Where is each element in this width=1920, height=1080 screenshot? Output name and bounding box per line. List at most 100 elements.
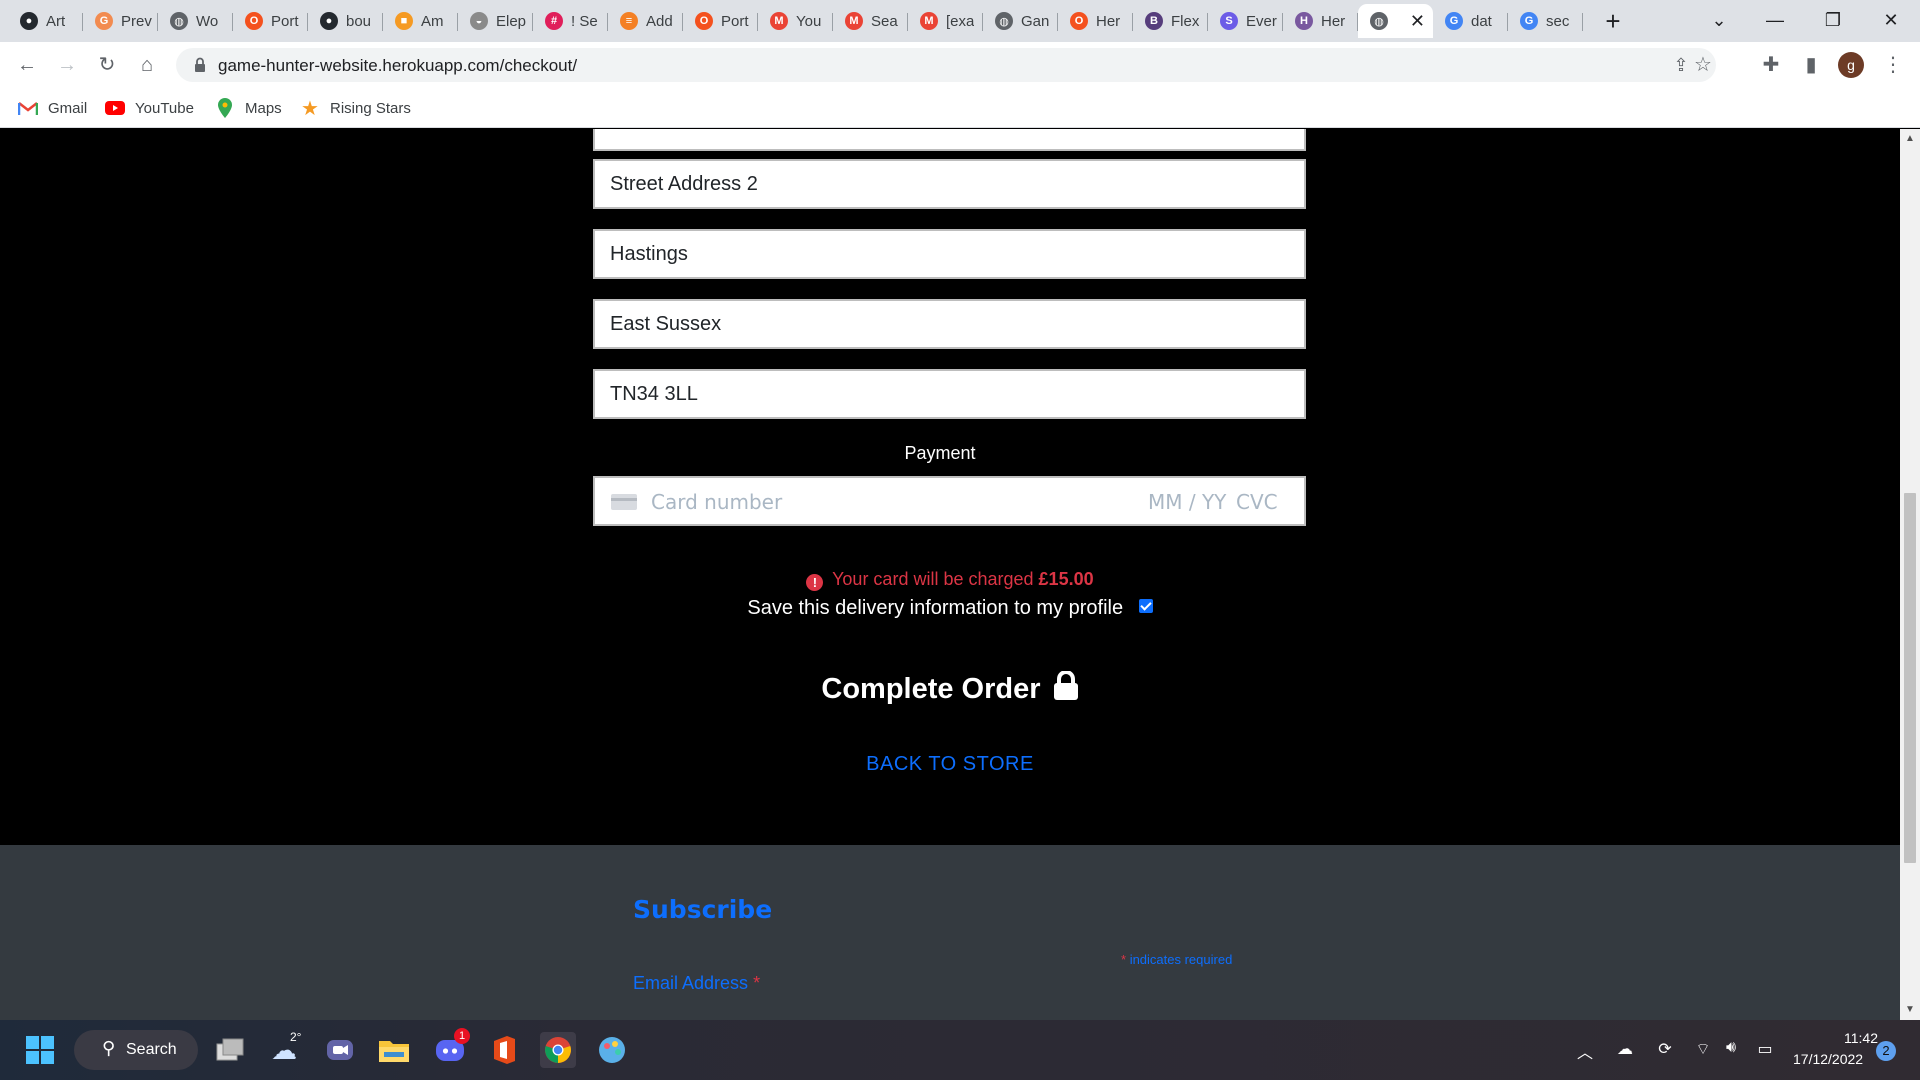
gmail-icon bbox=[18, 99, 38, 117]
sync-icon[interactable]: ⟳ bbox=[1654, 1039, 1676, 1059]
footer: Subscribe * indicates required Email Add… bbox=[0, 845, 1900, 1020]
reload-icon[interactable]: ↻ bbox=[92, 50, 122, 80]
bookmark-maps[interactable]: Maps bbox=[215, 96, 282, 120]
scrollbar-thumb[interactable] bbox=[1904, 493, 1916, 863]
tab-title: You bbox=[796, 12, 822, 30]
menu-kebab-icon[interactable]: ⋮ bbox=[1878, 50, 1908, 80]
maps-icon bbox=[215, 98, 235, 118]
notification-count-badge[interactable]: 2 bbox=[1876, 1041, 1896, 1061]
discord-notification-badge: 1 bbox=[454, 1028, 470, 1044]
bookmark-youtube[interactable]: YouTube bbox=[105, 96, 194, 120]
county-field[interactable]: East Sussex bbox=[593, 299, 1306, 349]
browser-tab[interactable]: ● Art bbox=[8, 4, 83, 38]
show-hidden-icons-chevron-icon[interactable]: ︿ bbox=[1574, 1039, 1596, 1063]
town-city-field[interactable]: Hastings bbox=[593, 229, 1306, 279]
url-text[interactable]: game-hunter-website.herokuapp.com/checko… bbox=[218, 56, 577, 76]
office-icon[interactable] bbox=[486, 1032, 522, 1068]
minimize-button[interactable]: — bbox=[1752, 4, 1798, 36]
tab-search-chevron-icon[interactable]: ⌄ bbox=[1696, 4, 1742, 36]
tab-title: Her bbox=[1096, 12, 1121, 30]
browser-tab[interactable]: M [exa bbox=[908, 4, 983, 38]
restore-button[interactable]: ❐ bbox=[1810, 4, 1856, 36]
browser-tab[interactable]: M Sea bbox=[833, 4, 908, 38]
onedrive-icon[interactable]: ☁ bbox=[1614, 1039, 1636, 1059]
browser-tab[interactable]: G Prev bbox=[83, 4, 158, 38]
tab-title: Port bbox=[271, 12, 299, 30]
bookmark-rising-stars[interactable]: ★ Rising Stars bbox=[300, 96, 411, 120]
card-number-input[interactable]: Card number bbox=[651, 490, 782, 514]
volume-icon[interactable]: 🔊︎ bbox=[1720, 1039, 1742, 1057]
browser-tab[interactable]: ◍ Gan bbox=[983, 4, 1058, 38]
browser-tab[interactable]: ● bou bbox=[308, 4, 383, 38]
paint-app-icon[interactable] bbox=[594, 1032, 630, 1068]
github-icon: ● bbox=[20, 12, 38, 30]
browser-tab[interactable]: S Ever bbox=[1208, 4, 1283, 38]
tab-title: bou bbox=[346, 12, 372, 30]
gmail-icon: M bbox=[770, 12, 788, 30]
file-explorer-icon[interactable] bbox=[376, 1032, 412, 1068]
clock-date[interactable]: 17/12/2022 bbox=[1793, 1051, 1863, 1067]
side-panel-icon[interactable]: ▮ bbox=[1796, 50, 1826, 80]
browser-tab[interactable]: ■ Am bbox=[383, 4, 458, 38]
back-icon[interactable]: ← bbox=[12, 50, 42, 80]
card-cvc-input[interactable]: CVC bbox=[1236, 490, 1278, 514]
browser-tab[interactable]: B Flex bbox=[1133, 4, 1208, 38]
card-expiry-input[interactable]: MM / YY bbox=[1148, 490, 1226, 514]
email-address-label: Email Address * bbox=[633, 973, 760, 994]
browser-tab[interactable]: Gsec bbox=[1508, 4, 1583, 38]
close-window-button[interactable]: ✕ bbox=[1868, 4, 1914, 36]
browser-tab[interactable]: ◒ Elep bbox=[458, 4, 533, 38]
address-bar[interactable]: game-hunter-website.herokuapp.com/checko… bbox=[176, 48, 1716, 82]
opera-icon: O bbox=[1070, 12, 1088, 30]
browser-tab[interactable]: # ! Se bbox=[533, 4, 608, 38]
close-tab-icon[interactable]: ✕ bbox=[1410, 11, 1425, 32]
charge-notice: ! Your card will be charged £15.00 bbox=[0, 569, 1900, 591]
tab-title: Sea bbox=[871, 12, 898, 30]
bookmark-label: Maps bbox=[245, 99, 282, 117]
bookmark-star-icon[interactable]: ☆ bbox=[1688, 50, 1718, 80]
discord-icon[interactable]: 1 bbox=[432, 1028, 470, 1068]
browser-toolbar: ← → ↻ ⌂ game-hunter-website.herokuapp.co… bbox=[0, 42, 1920, 88]
gmail-icon: M bbox=[845, 12, 863, 30]
home-icon[interactable]: ⌂ bbox=[132, 50, 162, 80]
browser-tab[interactable]: ≡ Add bbox=[608, 4, 683, 38]
scroll-down-arrow-icon[interactable]: ▼ bbox=[1900, 1000, 1920, 1020]
save-info-checkbox[interactable] bbox=[1138, 599, 1153, 613]
forward-icon[interactable]: → bbox=[52, 50, 82, 80]
windows-start-icon[interactable] bbox=[22, 1032, 58, 1068]
street-address-2-field[interactable]: Street Address 2 bbox=[593, 159, 1306, 209]
lock-icon[interactable] bbox=[190, 55, 210, 75]
page-scrollbar[interactable]: ▲ ▼ bbox=[1900, 129, 1920, 1020]
weather-widget-icon[interactable]: ☁ 2° bbox=[266, 1030, 302, 1068]
postcode-field[interactable]: TN34 3LL bbox=[593, 369, 1306, 419]
bookmark-gmail[interactable]: Gmail bbox=[18, 96, 87, 120]
browser-tab[interactable]: ◍ ✕ bbox=[1358, 4, 1433, 38]
browser-tab[interactable]: H Her bbox=[1283, 4, 1358, 38]
wifi-icon[interactable]: ⌔ bbox=[1692, 1039, 1714, 1059]
browser-tab[interactable]: O Port bbox=[233, 4, 308, 38]
back-to-store-link[interactable]: Back to store bbox=[0, 753, 1900, 776]
s-icon: S bbox=[1220, 12, 1238, 30]
profile-avatar[interactable]: g bbox=[1838, 52, 1864, 78]
browser-tab[interactable]: ◍ Wo bbox=[158, 4, 233, 38]
new-tab-button[interactable]: + bbox=[1598, 6, 1628, 36]
refresh-ext-icon: G bbox=[95, 12, 113, 30]
complete-order-label: Complete Order bbox=[821, 673, 1041, 705]
task-view-icon[interactable] bbox=[212, 1032, 248, 1068]
browser-tab[interactable]: O Port bbox=[683, 4, 758, 38]
browser-tab[interactable]: M You bbox=[758, 4, 833, 38]
complete-order-button[interactable]: Complete Order bbox=[0, 670, 1900, 706]
street-address-1-field[interactable] bbox=[593, 129, 1306, 151]
opera-icon: O bbox=[245, 12, 263, 30]
credit-card-icon bbox=[611, 494, 637, 510]
teams-chat-icon[interactable] bbox=[322, 1032, 358, 1068]
browser-tab[interactable]: Gdat bbox=[1433, 4, 1508, 38]
chrome-icon[interactable] bbox=[540, 1032, 576, 1068]
scroll-up-arrow-icon[interactable]: ▲ bbox=[1900, 129, 1920, 149]
extensions-icon[interactable]: ✚ bbox=[1756, 50, 1786, 80]
browser-tab[interactable]: O Her bbox=[1058, 4, 1133, 38]
battery-icon[interactable]: ▭ bbox=[1754, 1039, 1776, 1059]
tab-title: Elep bbox=[496, 12, 527, 30]
card-element[interactable]: Card number MM / YY CVC bbox=[593, 476, 1306, 526]
taskbar-search[interactable]: ⚲ Search bbox=[74, 1030, 198, 1070]
